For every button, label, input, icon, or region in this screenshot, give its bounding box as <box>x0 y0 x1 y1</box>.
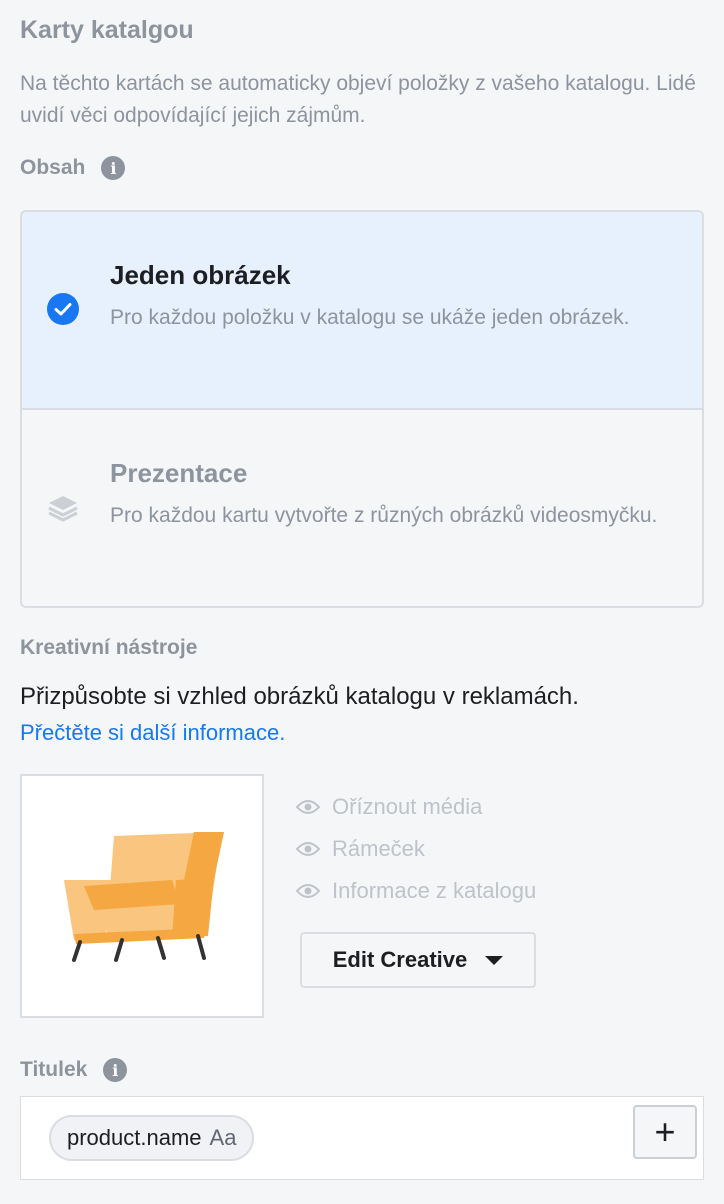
section-title: Karty katalgou <box>20 16 194 44</box>
edit-creative-button[interactable]: Edit Creative <box>300 932 536 988</box>
product-name-token[interactable]: product.name Aa <box>49 1115 255 1161</box>
headline-label: Titulek <box>20 1058 88 1081</box>
caret-down-icon <box>485 955 504 965</box>
info-icon[interactable]: i <box>103 1058 128 1082</box>
edit-creative-label: Edit Creative <box>332 947 468 972</box>
tool-label: Rámeček <box>332 836 425 861</box>
option-title: Prezentace <box>110 458 248 488</box>
token-format-indicator: Aa <box>209 1125 237 1150</box>
creative-tools-description: Přizpůsobte si vzhled obrázků katalogu v… <box>20 683 579 710</box>
headline-label-row: Titulek i <box>20 1058 128 1082</box>
section-description: Na těchto kartách se automaticky objeví … <box>20 72 696 127</box>
content-label: Obsah <box>20 156 86 179</box>
option-slideshow[interactable]: Prezentace Pro každou kartu vytvořte z r… <box>22 410 702 606</box>
check-circle-icon <box>47 293 79 325</box>
option-single-image[interactable]: Jeden obrázek Pro každou položku v katal… <box>22 212 702 410</box>
tool-label: Informace z katalogu <box>332 878 537 903</box>
layers-icon <box>48 496 78 522</box>
eye-icon <box>296 842 320 856</box>
tool-crop-media[interactable]: Oříznout média <box>296 786 536 828</box>
add-field-button[interactable]: + <box>633 1105 697 1159</box>
creative-tools-list: Oříznout média Rámeček Informace z katal… <box>296 786 536 912</box>
headline-input[interactable]: product.name Aa + <box>20 1096 704 1180</box>
content-label-row: Obsah i <box>20 156 126 180</box>
token-label: product.name <box>67 1125 202 1150</box>
option-description: Pro každou kartu vytvořte z různých obrá… <box>110 504 658 527</box>
tool-label: Oříznout média <box>332 794 483 819</box>
option-description: Pro každou položku v katalogu se ukáže j… <box>110 306 630 329</box>
info-icon[interactable]: i <box>101 156 126 180</box>
option-title: Jeden obrázek <box>110 260 291 290</box>
tool-frame[interactable]: Rámeček <box>296 828 536 870</box>
tool-catalog-info[interactable]: Informace z katalogu <box>296 870 536 912</box>
creative-tools-label: Kreativní nástroje <box>20 636 198 659</box>
armchair-icon <box>64 832 224 962</box>
creative-preview <box>20 774 264 1018</box>
content-options: Jeden obrázek Pro každou položku v katal… <box>20 210 704 608</box>
eye-icon <box>296 800 320 814</box>
learn-more-link[interactable]: Přečtěte si další informace. <box>20 720 285 746</box>
eye-icon <box>296 884 320 898</box>
